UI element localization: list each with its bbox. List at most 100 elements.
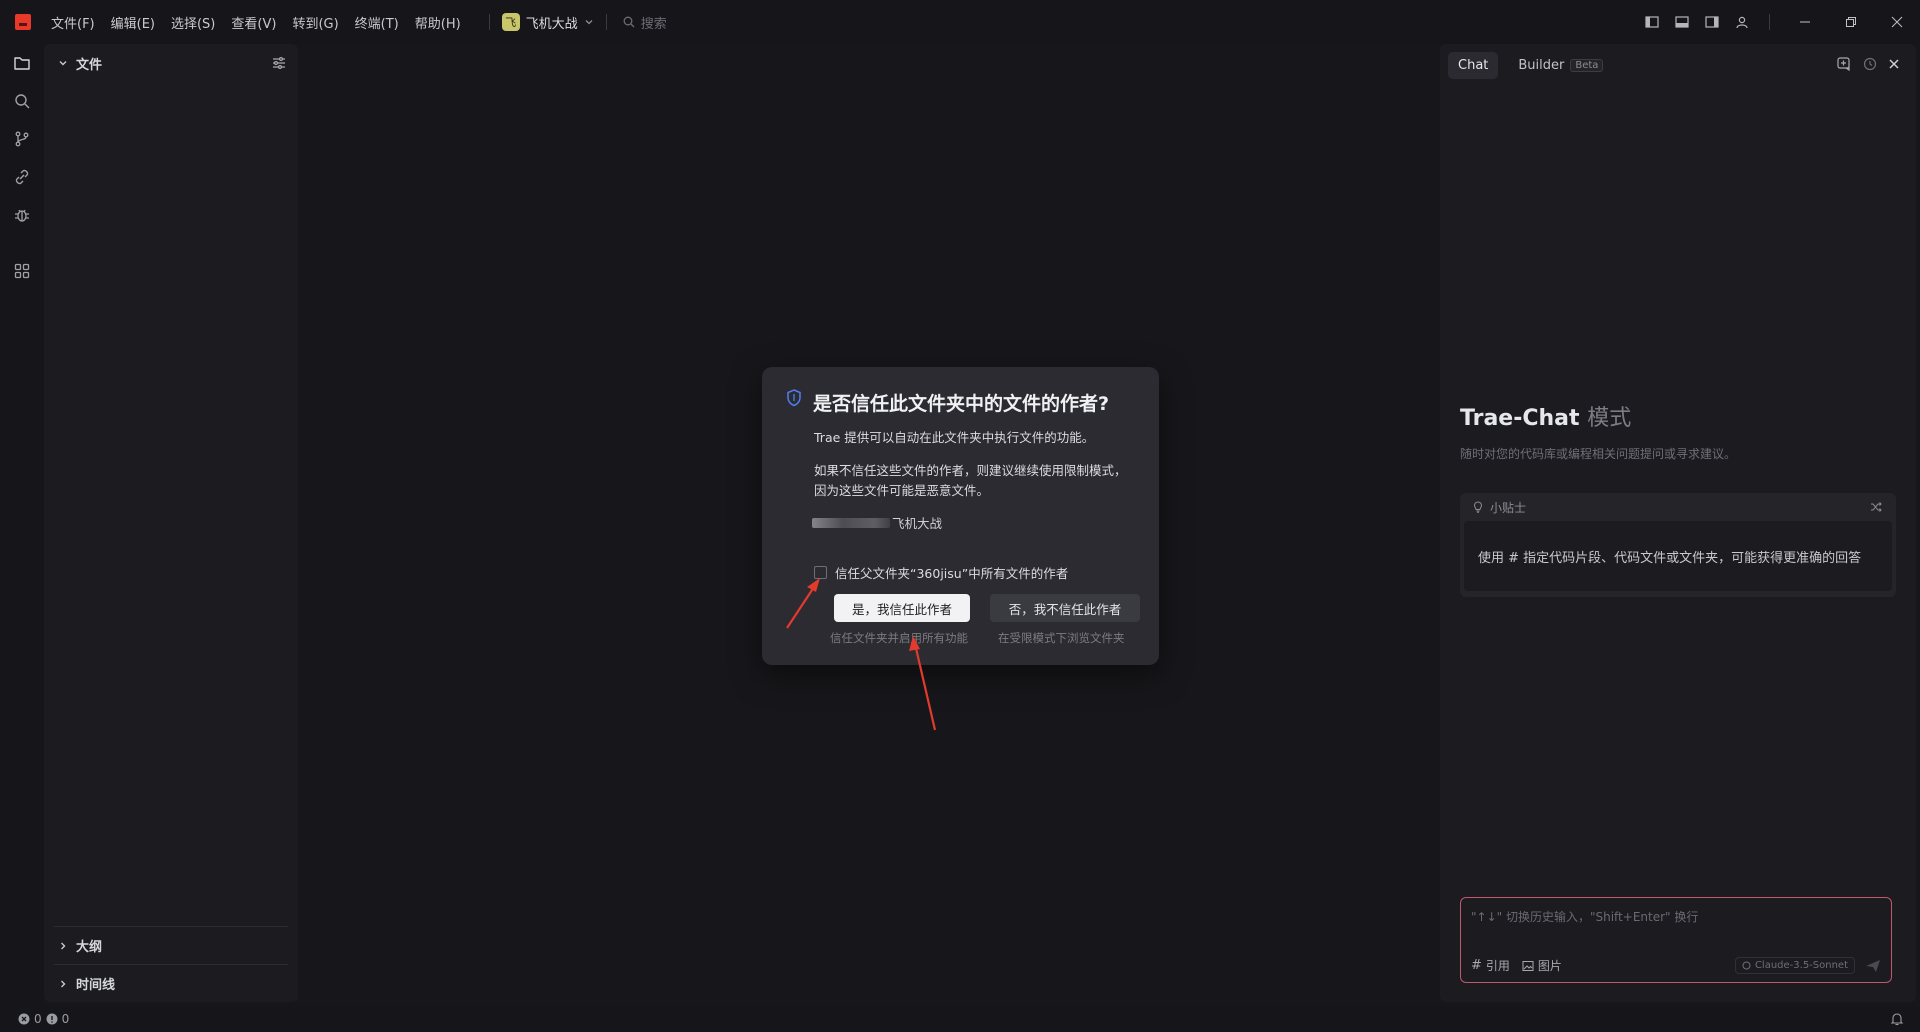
- problems-indicator[interactable]: 0 0: [18, 1012, 69, 1026]
- project-badge: 飞: [501, 13, 520, 31]
- explorer-panel: 文件 大纲 时间线: [44, 44, 298, 1002]
- minimize-icon[interactable]: [1782, 0, 1828, 44]
- chat-input[interactable]: "↑↓" 切换历史输入，"Shift+Enter" 换行 # 引用 图片 Cla…: [1460, 897, 1892, 983]
- chevron-right-icon: [58, 941, 68, 951]
- app-logo: [15, 14, 31, 30]
- history-icon[interactable]: [1862, 56, 1878, 72]
- model-name: Claude-3.5-Sonnet: [1754, 960, 1848, 971]
- close-icon[interactable]: [1888, 58, 1900, 70]
- error-icon: [18, 1013, 30, 1025]
- status-bar: 0 0: [0, 1006, 1920, 1032]
- chat-title-name: Trae-Chat: [1460, 406, 1580, 431]
- chat-description: 随时对您的代码库或编程相关问题提问或寻求建议。: [1460, 447, 1737, 461]
- trust-parent-option[interactable]: 信任父文件夹“360jisu”中所有文件的作者: [814, 563, 1068, 582]
- error-count: 0: [34, 1012, 42, 1026]
- menu-go[interactable]: 转到(G): [292, 13, 338, 32]
- toggle-secondary-sidebar-icon[interactable]: [1697, 7, 1727, 37]
- chat-input-placeholder: "↑↓" 切换历史输入，"Shift+Enter" 换行: [1471, 910, 1699, 924]
- dialog-title: 是否信任此文件夹中的文件的作者?: [813, 393, 1110, 415]
- new-chat-icon[interactable]: [1836, 56, 1852, 72]
- tab-builder-label: Builder: [1518, 58, 1565, 73]
- folder-path: 飞机大战: [812, 513, 942, 532]
- account-icon[interactable]: [1727, 7, 1757, 37]
- project-name: 飞机大战: [525, 16, 578, 32]
- chat-input-toolbar: # 引用 图片 Claude-3.5-Sonnet: [1471, 957, 1881, 974]
- trust-parent-label: 信任父文件夹“360jisu”中所有文件的作者: [835, 566, 1069, 581]
- files-section-toggle[interactable]: 文件: [58, 54, 102, 73]
- remote-link-icon[interactable]: [0, 158, 44, 196]
- warning-icon: [46, 1013, 58, 1025]
- search-box[interactable]: 搜索: [623, 13, 667, 32]
- timeline-section-title: 时间线: [76, 978, 116, 993]
- source-control-icon[interactable]: [0, 120, 44, 158]
- folder-name: 飞机大战: [892, 516, 943, 531]
- model-icon: [1742, 961, 1751, 970]
- project-switcher[interactable]: 飞 飞机大战: [501, 13, 594, 32]
- warning-count: 0: [61, 1012, 70, 1026]
- tip-card: 小贴士 使用 # 指定代码片段、代码文件或文件夹，可能获得更准确的回答: [1460, 493, 1896, 597]
- shuffle-icon[interactable]: [1870, 501, 1882, 513]
- title-bar: 文件(F) 编辑(E) 选择(S) 查看(V) 转到(G) 终端(T) 帮助(H…: [0, 0, 1920, 44]
- divider: [1769, 14, 1770, 30]
- bell-icon[interactable]: [1890, 1012, 1904, 1026]
- menu-terminal[interactable]: 终端(T): [355, 13, 399, 32]
- explorer-header: 文件: [44, 44, 298, 82]
- lightbulb-icon: [1472, 501, 1484, 513]
- menu-view[interactable]: 查看(V): [231, 13, 276, 32]
- extensions-icon[interactable]: [0, 252, 44, 290]
- toggle-panel-icon[interactable]: [1667, 7, 1697, 37]
- outline-section-toggle[interactable]: 大纲: [54, 926, 288, 964]
- tab-builder[interactable]: Builder Beta: [1508, 52, 1613, 79]
- activity-bar: [0, 44, 44, 1006]
- model-selector[interactable]: Claude-3.5-Sonnet: [1734, 957, 1855, 974]
- search-placeholder: 搜索: [640, 16, 667, 32]
- trust-button[interactable]: 是，我信任此作者: [834, 594, 970, 622]
- image-label: 图片: [1537, 959, 1562, 973]
- shield-icon: [786, 389, 802, 407]
- outline-section-title: 大纲: [76, 940, 103, 955]
- trust-parent-checkbox[interactable]: [814, 566, 827, 579]
- tab-chat[interactable]: Chat: [1448, 52, 1499, 79]
- reference-button[interactable]: # 引用: [1471, 957, 1510, 974]
- search-icon: [623, 16, 635, 28]
- menu-selection[interactable]: 选择(S): [171, 13, 215, 32]
- hash-icon: #: [1471, 958, 1482, 973]
- send-icon[interactable]: [1865, 958, 1881, 974]
- chat-actions: [1836, 56, 1900, 72]
- close-icon[interactable]: [1874, 0, 1920, 44]
- menu-file[interactable]: 文件(F): [51, 13, 95, 32]
- dialog-description-1: Trae 提供可以自动在此文件夹中执行文件的功能。: [814, 430, 1095, 445]
- tab-chat-label: Chat: [1458, 58, 1489, 73]
- menu-help[interactable]: 帮助(H): [415, 13, 461, 32]
- chevron-down-icon: [584, 17, 594, 27]
- image-icon: [1522, 960, 1534, 972]
- divider: [605, 14, 607, 30]
- tip-label: 小贴士: [1490, 500, 1527, 515]
- no-trust-button-subtext: 在受限模式下浏览文件夹: [998, 631, 1125, 645]
- chevron-right-icon: [58, 979, 68, 989]
- restore-icon[interactable]: [1828, 0, 1874, 44]
- chat-tabs: Chat Builder Beta: [1448, 52, 1613, 79]
- chat-title-mode: 模式: [1587, 406, 1632, 431]
- redacted-path: [812, 517, 890, 528]
- timeline-section-toggle[interactable]: 时间线: [54, 964, 288, 1002]
- debug-icon[interactable]: [0, 196, 44, 234]
- dialog-description-3: 因为这些文件可能是恶意文件。: [814, 483, 990, 498]
- reference-label: 引用: [1485, 959, 1510, 973]
- tip-header: 小贴士: [1460, 493, 1896, 521]
- menu-edit[interactable]: 编辑(E): [111, 13, 155, 32]
- filter-settings-icon[interactable]: [272, 56, 286, 70]
- trust-button-subtext: 信任文件夹并启用所有功能: [830, 631, 968, 645]
- tip-text: 使用 # 指定代码片段、代码文件或文件夹，可能获得更准确的回答: [1464, 521, 1892, 591]
- trust-dialog: 是否信任此文件夹中的文件的作者? Trae 提供可以自动在此文件夹中执行文件的功…: [762, 367, 1159, 665]
- chevron-down-icon: [58, 58, 68, 68]
- explorer-icon[interactable]: [0, 44, 44, 82]
- files-section-title: 文件: [76, 57, 103, 73]
- beta-badge: Beta: [1570, 59, 1604, 72]
- chat-panel: Chat Builder Beta Trae-Chat 模式 随时对您的代码库或…: [1440, 44, 1916, 1002]
- toggle-sidebar-icon[interactable]: [1637, 7, 1667, 37]
- no-trust-button[interactable]: 否，我不信任此作者: [990, 594, 1140, 622]
- search-icon[interactable]: [0, 82, 44, 120]
- image-button[interactable]: 图片: [1522, 957, 1562, 974]
- chat-mode-title: Trae-Chat 模式: [1460, 400, 1631, 432]
